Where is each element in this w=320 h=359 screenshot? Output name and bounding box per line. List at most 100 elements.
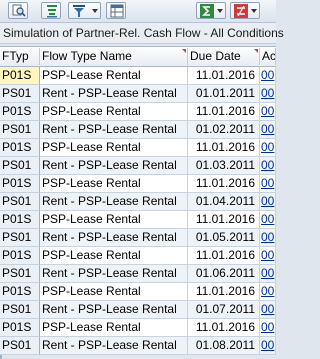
cell-flow-type-name[interactable]: Rent - PSP-Lease Rental [40, 193, 188, 211]
cell-ftyp[interactable]: P01S [0, 139, 40, 157]
table-row[interactable]: P01S PSP-Lease Rental 11.01.2016 00 [0, 139, 276, 157]
cell-flow-type-name[interactable]: Rent - PSP-Lease Rental [40, 85, 188, 103]
cell-ac-link[interactable]: 00 [260, 193, 276, 211]
chevron-down-icon [92, 9, 98, 13]
chevron-down-icon [217, 9, 223, 13]
cell-due-date[interactable]: 11.01.2016 [188, 175, 260, 193]
cell-ac-link[interactable]: 00 [260, 121, 276, 139]
cell-flow-type-name[interactable]: PSP-Lease Rental [40, 211, 188, 229]
cell-flow-type-name[interactable]: Rent - PSP-Lease Rental [40, 157, 188, 175]
sort-ascending-button[interactable] [41, 2, 61, 19]
alv-toolbar [0, 0, 276, 23]
cell-due-date[interactable]: 11.01.2016 [188, 319, 260, 337]
cell-ftyp[interactable]: P01S [0, 283, 40, 301]
column-header-label: Ac [262, 49, 276, 63]
cell-ac-link[interactable]: 00 [260, 67, 276, 85]
cell-ac-link[interactable]: 00 [260, 103, 276, 121]
table-row[interactable]: P01S PSP-Lease Rental 11.01.2016 00 [0, 175, 276, 193]
column-header-due-date[interactable]: Due Date [188, 48, 260, 65]
column-header-ac[interactable]: Ac [260, 48, 276, 65]
cell-flow-type-name[interactable]: PSP-Lease Rental [40, 103, 188, 121]
cell-ac-link[interactable]: 00 [260, 301, 276, 319]
table-row[interactable]: P01S PSP-Lease Rental 11.01.2016 00 [0, 247, 276, 265]
cell-ac-link[interactable]: 00 [260, 247, 276, 265]
table-row[interactable]: P01S PSP-Lease Rental 11.01.2016 00 [0, 211, 276, 229]
table-row[interactable]: PS01 Rent - PSP-Lease Rental 01.07.2011 00 [0, 301, 276, 319]
filter-button[interactable] [68, 2, 101, 19]
cell-due-date[interactable]: 01.08.2011 [188, 337, 260, 355]
cell-ftyp[interactable]: P01S [0, 211, 40, 229]
cell-due-date[interactable]: 01.01.2011 [188, 85, 260, 103]
cell-ftyp[interactable]: PS01 [0, 337, 40, 355]
cell-ac-link[interactable]: 00 [260, 85, 276, 103]
cell-ftyp[interactable]: P01S [0, 67, 40, 85]
cell-due-date[interactable]: 01.03.2011 [188, 157, 260, 175]
report-title: Simulation of Partner-Rel. Cash Flow - A… [3, 26, 284, 40]
cell-flow-type-name[interactable]: PSP-Lease Rental [40, 67, 188, 85]
table-row[interactable]: P01S PSP-Lease Rental 11.01.2016 00 [0, 283, 276, 301]
cell-ftyp[interactable]: PS01 [0, 193, 40, 211]
table-row[interactable]: PS01 Rent - PSP-Lease Rental 01.03.2011 00 [0, 157, 276, 175]
table-row[interactable]: PS01 Rent - PSP-Lease Rental 01.08.2011 00 [0, 337, 276, 355]
table-row[interactable]: PS01 Rent - PSP-Lease Rental 01.01.2011 00 [0, 85, 276, 103]
column-header-ftyp[interactable]: FTyp [0, 48, 40, 65]
cell-ac-link[interactable]: 00 [260, 337, 276, 355]
cell-due-date[interactable]: 01.02.2011 [188, 121, 260, 139]
cell-ac-link[interactable]: 00 [260, 265, 276, 283]
table-row[interactable]: P01S PSP-Lease Rental 11.01.2016 00 [0, 103, 276, 121]
cell-ftyp[interactable]: P01S [0, 319, 40, 337]
cell-ftyp[interactable]: PS01 [0, 229, 40, 247]
cell-due-date[interactable]: 11.01.2016 [188, 67, 260, 85]
cell-ftyp[interactable]: PS01 [0, 301, 40, 319]
subtotal-icon [234, 4, 248, 18]
cell-flow-type-name[interactable]: Rent - PSP-Lease Rental [40, 265, 188, 283]
cell-due-date[interactable]: 01.05.2011 [188, 229, 260, 247]
cell-ftyp[interactable]: P01S [0, 175, 40, 193]
cell-ac-link[interactable]: 00 [260, 229, 276, 247]
cell-due-date[interactable]: 11.01.2016 [188, 139, 260, 157]
cell-flow-type-name[interactable]: PSP-Lease Rental [40, 139, 188, 157]
cell-due-date[interactable]: 01.07.2011 [188, 301, 260, 319]
table-row[interactable]: PS01 Rent - PSP-Lease Rental 01.05.2011 00 [0, 229, 276, 247]
subtotal-button[interactable] [230, 2, 260, 19]
cell-flow-type-name[interactable]: PSP-Lease Rental [40, 247, 188, 265]
cell-flow-type-name[interactable]: Rent - PSP-Lease Rental [40, 229, 188, 247]
sum-button[interactable] [196, 2, 226, 19]
table-row[interactable]: P01S PSP-Lease Rental 11.01.2016 00 [0, 319, 276, 337]
cell-flow-type-name[interactable]: Rent - PSP-Lease Rental [40, 121, 188, 139]
cell-due-date[interactable]: 11.01.2016 [188, 211, 260, 229]
cell-ftyp[interactable]: PS01 [0, 157, 40, 175]
cell-flow-type-name[interactable]: PSP-Lease Rental [40, 175, 188, 193]
cell-flow-type-name[interactable]: Rent - PSP-Lease Rental [40, 301, 188, 319]
table-row[interactable]: PS01 Rent - PSP-Lease Rental 01.06.2011 00 [0, 265, 276, 283]
table-row[interactable]: PS01 Rent - PSP-Lease Rental 01.04.2011 00 [0, 193, 276, 211]
cell-flow-type-name[interactable]: PSP-Lease Rental [40, 319, 188, 337]
cell-flow-type-name[interactable]: PSP-Lease Rental [40, 283, 188, 301]
cell-due-date[interactable]: 11.01.2016 [188, 103, 260, 121]
cell-ac-link[interactable]: 00 [260, 157, 276, 175]
cell-ftyp[interactable]: PS01 [0, 265, 40, 283]
details-button[interactable] [8, 2, 28, 19]
cell-due-date[interactable]: 11.01.2016 [188, 283, 260, 301]
sort-marker-icon [182, 49, 186, 53]
report-title-bar: Simulation of Partner-Rel. Cash Flow - A… [0, 23, 284, 44]
column-header-label: Flow Type Name [42, 49, 132, 63]
cell-due-date[interactable]: 01.06.2011 [188, 265, 260, 283]
cell-ftyp[interactable]: P01S [0, 247, 40, 265]
cell-ac-link[interactable]: 00 [260, 175, 276, 193]
table-row[interactable]: P01S PSP-Lease Rental 11.01.2016 00 [0, 67, 276, 85]
table-row[interactable]: PS01 Rent - PSP-Lease Rental 01.02.2011 00 [0, 121, 276, 139]
cell-due-date[interactable]: 01.04.2011 [188, 193, 260, 211]
cell-ac-link[interactable]: 00 [260, 319, 276, 337]
layout-button[interactable] [106, 2, 126, 19]
cell-ftyp[interactable]: PS01 [0, 85, 40, 103]
cell-ac-link[interactable]: 00 [260, 139, 276, 157]
cell-ftyp[interactable]: PS01 [0, 121, 40, 139]
cell-due-date[interactable]: 11.01.2016 [188, 247, 260, 265]
column-header-flow-type-name[interactable]: Flow Type Name [40, 48, 188, 65]
cell-ac-link[interactable]: 00 [260, 283, 276, 301]
cell-ac-link[interactable]: 00 [260, 211, 276, 229]
cell-ftyp[interactable]: P01S [0, 103, 40, 121]
cell-flow-type-name[interactable]: Rent - PSP-Lease Rental [40, 337, 188, 355]
column-header-label: FTyp [2, 49, 29, 63]
